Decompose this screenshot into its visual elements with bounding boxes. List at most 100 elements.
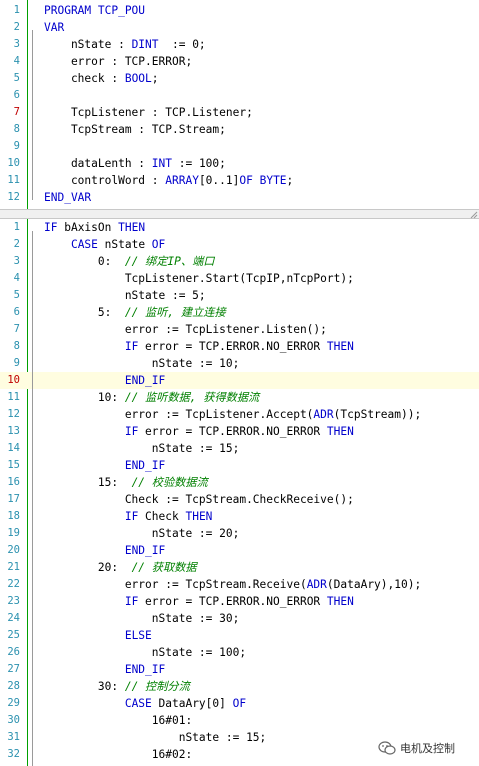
declaration-line[interactable]: 6 — [0, 87, 479, 104]
code-keyword: THEN — [326, 425, 354, 438]
code-text[interactable]: Check := TcpStream.CheckReceive(); — [44, 491, 354, 508]
code-text[interactable]: END_IF — [44, 372, 165, 389]
declaration-line[interactable]: 9 — [0, 138, 479, 155]
declaration-editor[interactable]: 1 PROGRAM TCP_POU 2 VAR 3 nState : DINT := 0… — [0, 0, 479, 209]
code-comment: // 校验数据流 — [131, 476, 208, 489]
code-text[interactable]: nState := 20; — [44, 525, 240, 542]
implementation-line[interactable]: 10 END_IF — [0, 372, 479, 389]
line-number: 1 — [13, 221, 20, 233]
declaration-line[interactable]: 2 VAR — [0, 19, 479, 36]
implementation-line[interactable]: 23 IF error = TCP.ERROR.NO_ERROR THEN — [0, 593, 479, 610]
implementation-line[interactable]: 17 Check := TcpStream.CheckReceive(); — [0, 491, 479, 508]
code-text[interactable]: TcpListener.Start(TcpIP,nTcpPort); — [44, 270, 354, 287]
code-text[interactable]: END_IF — [44, 457, 165, 474]
declaration-line[interactable]: 8 TcpStream : TCP.Stream; — [0, 121, 479, 138]
code-text[interactable]: nState := 10; — [44, 355, 240, 372]
line-number: 24 — [7, 612, 20, 624]
implementation-line[interactable]: 11 10: // 监听数据, 获得数据流 — [0, 389, 479, 406]
code-text[interactable]: nState : DINT := 0; — [44, 36, 206, 53]
implementation-line[interactable]: 18 IF Check THEN — [0, 508, 479, 525]
implementation-line[interactable]: 12 error := TcpListener.Accept(ADR(TcpSt… — [0, 406, 479, 423]
declaration-line[interactable]: 3 nState : DINT := 0; — [0, 36, 479, 53]
code-text[interactable]: nState := 30; — [44, 610, 240, 627]
implementation-line[interactable]: 13 IF error = TCP.ERROR.NO_ERROR THEN — [0, 423, 479, 440]
implementation-line[interactable]: 28 30: // 控制分流 — [0, 678, 479, 695]
code-comment: // 绑定IP、端口 — [124, 255, 215, 268]
code-token: 16#01: — [44, 714, 193, 727]
code-text[interactable]: ELSE — [44, 627, 152, 644]
code-keyword: ADR — [306, 578, 327, 591]
code-text[interactable]: nState := 100; — [44, 644, 246, 661]
code-text[interactable]: IF error = TCP.ERROR.NO_ERROR THEN — [44, 593, 354, 610]
declaration-line[interactable]: 1 PROGRAM TCP_POU — [0, 2, 479, 19]
code-keyword: IF — [44, 221, 58, 234]
implementation-line[interactable]: 19 nState := 20; — [0, 525, 479, 542]
code-text[interactable]: 5: // 监听, 建立连接 — [44, 304, 226, 321]
code-text[interactable]: END_IF — [44, 542, 165, 559]
implementation-line[interactable]: 25 ELSE — [0, 627, 479, 644]
implementation-line[interactable]: 6 5: // 监听, 建立连接 — [0, 304, 479, 321]
code-text[interactable]: VAR — [44, 19, 64, 36]
implementation-editor[interactable]: 1 IF bAxisOn THEN 2 CASE nState OF 3 0: // … — [0, 219, 479, 766]
code-text[interactable]: IF bAxisOn THEN — [44, 219, 145, 236]
implementation-line[interactable]: 1 IF bAxisOn THEN — [0, 219, 479, 236]
code-text[interactable]: END_VAR — [44, 189, 91, 206]
code-token: error := TcpListener.Listen(); — [44, 323, 327, 336]
implementation-line[interactable]: 24 nState := 30; — [0, 610, 479, 627]
implementation-line[interactable]: 2 CASE nState OF — [0, 236, 479, 253]
declaration-line[interactable]: 10 dataLenth : INT := 100; — [0, 155, 479, 172]
editor-splitter[interactable] — [0, 209, 479, 219]
declaration-line[interactable]: 12 END_VAR — [0, 189, 479, 206]
implementation-line[interactable]: 5 nState := 5; — [0, 287, 479, 304]
declaration-line[interactable]: 5 check : BOOL; — [0, 70, 479, 87]
code-text[interactable]: error := TcpListener.Listen(); — [44, 321, 327, 338]
code-text[interactable]: check : BOOL; — [44, 70, 159, 87]
implementation-line[interactable]: 30 16#01: — [0, 712, 479, 729]
implementation-line[interactable]: 4 TcpListener.Start(TcpIP,nTcpPort); — [0, 270, 479, 287]
code-text[interactable]: TcpListener : TCP.Listener; — [44, 104, 253, 121]
code-text[interactable]: 20: // 获取数据 — [44, 559, 197, 576]
implementation-line[interactable]: 9 nState := 10; — [0, 355, 479, 372]
implementation-line[interactable]: 3 0: // 绑定IP、端口 — [0, 253, 479, 270]
code-text[interactable]: CASE nState OF — [44, 236, 165, 253]
code-text[interactable]: 30: // 控制分流 — [44, 678, 190, 695]
code-text[interactable]: IF error = TCP.ERROR.NO_ERROR THEN — [44, 423, 354, 440]
code-token: 5: — [44, 306, 125, 319]
declaration-line[interactable]: 11 controlWord : ARRAY[0..1]OF BYTE; — [0, 172, 479, 189]
code-text[interactable]: CASE DataAry[0] OF — [44, 695, 246, 712]
code-text[interactable]: error := TcpStream.Receive(ADR(DataAry),… — [44, 576, 421, 593]
code-token: 30: — [44, 680, 125, 693]
implementation-line[interactable]: 15 END_IF — [0, 457, 479, 474]
code-text[interactable]: IF error = TCP.ERROR.NO_ERROR THEN — [44, 338, 354, 355]
code-text[interactable]: IF Check THEN — [44, 508, 213, 525]
code-text[interactable]: END_IF — [44, 661, 165, 678]
code-text[interactable]: error : TCP.ERROR; — [44, 53, 192, 70]
implementation-line[interactable]: 7 error := TcpListener.Listen(); — [0, 321, 479, 338]
code-keyword: END_IF — [124, 459, 166, 472]
code-text[interactable]: PROGRAM TCP_POU — [44, 2, 145, 19]
implementation-line[interactable]: 26 nState := 100; — [0, 644, 479, 661]
code-text[interactable]: TcpStream : TCP.Stream; — [44, 121, 226, 138]
declaration-line[interactable]: 4 error : TCP.ERROR; — [0, 53, 479, 70]
code-text[interactable]: 16#02: — [44, 746, 192, 763]
code-text[interactable]: 0: // 绑定IP、端口 — [44, 253, 215, 270]
code-text[interactable]: 15: // 校验数据流 — [44, 474, 208, 491]
code-text[interactable]: 10: // 监听数据, 获得数据流 — [44, 389, 259, 406]
implementation-line[interactable]: 22 error := TcpStream.Receive(ADR(DataAr… — [0, 576, 479, 593]
implementation-line[interactable]: 27 END_IF — [0, 661, 479, 678]
code-text[interactable]: nState := 15; — [44, 729, 267, 746]
code-token: nState := 5; — [44, 289, 206, 302]
code-text[interactable]: 16#01: — [44, 712, 192, 729]
implementation-line[interactable]: 29 CASE DataAry[0] OF — [0, 695, 479, 712]
code-text[interactable]: nState := 15; — [44, 440, 240, 457]
implementation-line[interactable]: 20 END_IF — [0, 542, 479, 559]
code-text[interactable]: nState := 5; — [44, 287, 206, 304]
implementation-line[interactable]: 16 15: // 校验数据流 — [0, 474, 479, 491]
declaration-line[interactable]: 7 TcpListener : TCP.Listener; — [0, 104, 479, 121]
implementation-line[interactable]: 21 20: // 获取数据 — [0, 559, 479, 576]
implementation-line[interactable]: 8 IF error = TCP.ERROR.NO_ERROR THEN — [0, 338, 479, 355]
implementation-line[interactable]: 14 nState := 15; — [0, 440, 479, 457]
code-text[interactable]: error := TcpListener.Accept(ADR(TcpStrea… — [44, 406, 421, 423]
code-text[interactable]: controlWord : ARRAY[0..1]OF BYTE; — [44, 172, 293, 189]
code-text[interactable]: dataLenth : INT := 100; — [44, 155, 226, 172]
